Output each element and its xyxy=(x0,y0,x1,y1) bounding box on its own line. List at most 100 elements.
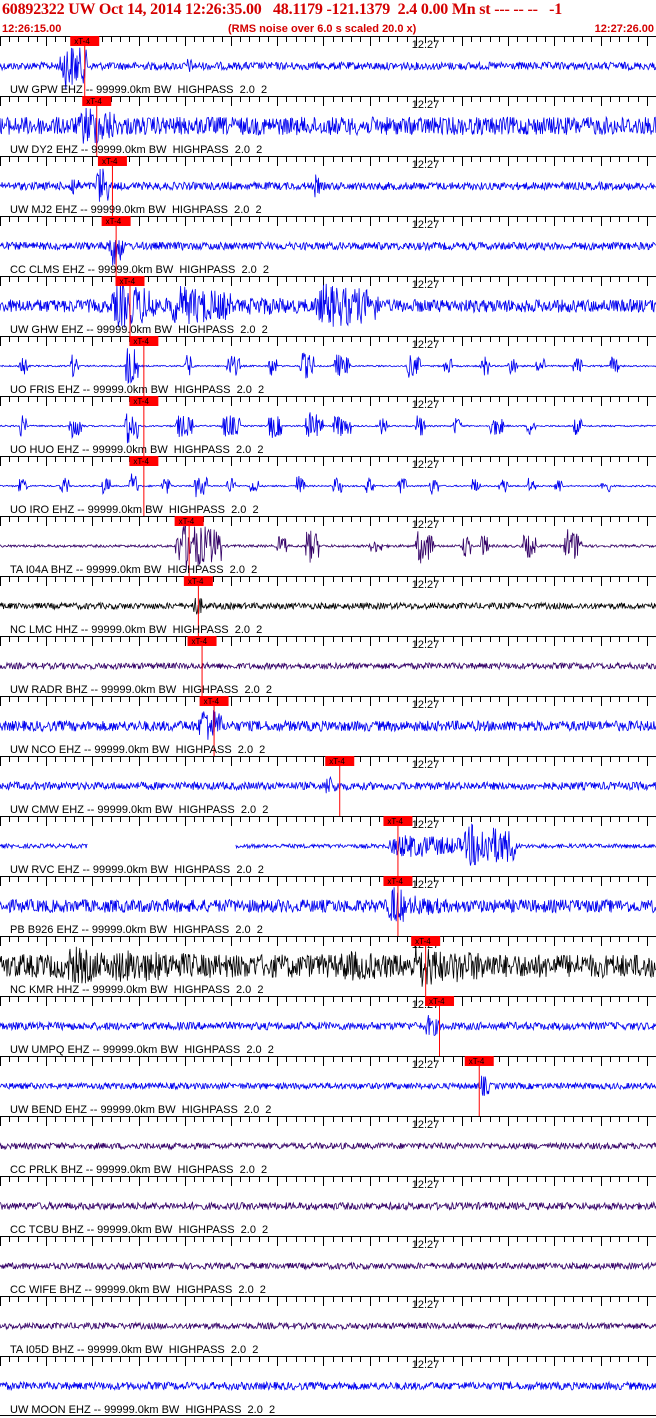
waveform-trace xyxy=(0,524,656,570)
station-label: UO IRO EHZ -- 99999.0km BW HIGHPASS 2.0 … xyxy=(10,504,259,516)
end-time: 12:27:26.00 xyxy=(594,23,654,35)
trace-row: 12:27 xT-4 CC CLMS EHZ -- 99999.0km BW HIG… xyxy=(0,216,656,276)
scaling-note: (RMS noise over 6.0 s scaled 20.0 x) xyxy=(228,23,417,35)
trace-row: 12:27 xT-4 UW MJ2 EHZ -- 99999.0km BW HIGH… xyxy=(0,156,656,216)
waveform-trace xyxy=(0,823,656,866)
row-tick-marks xyxy=(0,1056,656,1066)
waveform-trace xyxy=(0,107,656,146)
waveform-trace xyxy=(0,661,656,671)
minute-label: 12:27 xyxy=(412,1119,440,1131)
station-label: UW NCO EHZ -- 99999.0km BW HIGHPASS 2.0 … xyxy=(10,744,265,756)
trace-row: 12:27 xT-4 UW RVC EHZ -- 99999.0km BW HIGH… xyxy=(0,816,656,876)
minute-label: 12:27 xyxy=(412,399,440,411)
row-tick-marks xyxy=(0,816,656,826)
station-label: NC KMR HHZ -- 99999.0km BW HIGHPASS 2.0 … xyxy=(10,984,263,996)
minute-label: 12:27 xyxy=(412,99,440,111)
waveform-trace xyxy=(0,282,656,328)
waveform-trace xyxy=(0,1380,656,1392)
pick-label: xT-4 xyxy=(387,817,403,826)
minute-label: 12:27 xyxy=(412,339,440,351)
pick-label: xT-4 xyxy=(429,997,445,1006)
pick-label: xT-4 xyxy=(387,877,403,886)
pick-label: xT-4 xyxy=(188,577,204,586)
station-label: TA I05D BHZ -- 99999.0km BW HIGHPASS 2.0… xyxy=(10,1344,258,1356)
trace-row: 12:27 xT-4 UW BEND EHZ -- 99999.0km BW HIG… xyxy=(0,1056,656,1116)
station-label: UW GHW EHZ -- 99999.0km BW HIGHPASS 2.0 … xyxy=(10,324,268,336)
trace-row: 12:27 xT-4 UW RADR BHZ -- 99999.0km BW HIG… xyxy=(0,636,656,696)
row-tick-marks xyxy=(0,276,656,286)
trace-row: 12:27 xT-4 UW CMW EHZ -- 99999.0km BW HIGH… xyxy=(0,756,656,816)
seismogram-panel: 12:27 xT-4 UW GPW EHZ -- 99999.0km BW HIGH… xyxy=(0,36,656,1416)
trace-row: 12:27 xT-4 UO FRIS EHZ -- 99999.0km BW HIG… xyxy=(0,336,656,396)
waveform-trace xyxy=(0,473,656,498)
pick-label: xT-4 xyxy=(106,217,122,226)
trace-row: 12:27 CC TCBU BHZ -- 99999.0km BW HIGHPAS… xyxy=(0,1176,656,1236)
minute-label: 12:27 xyxy=(412,699,440,711)
station-label: UW MJ2 EHZ -- 99999.0km BW HIGHPASS 2.0 … xyxy=(10,204,262,216)
pick-label: xT-4 xyxy=(133,337,149,346)
waveform-trace xyxy=(0,1200,656,1212)
pick-label: xT-4 xyxy=(329,757,345,766)
minute-label: 12:27 xyxy=(412,279,440,291)
station-label: UO FRIS EHZ -- 99999.0km BW HIGHPASS 2.0… xyxy=(10,384,264,396)
row-tick-marks xyxy=(0,576,656,586)
waveform-trace xyxy=(0,597,656,615)
pick-label: xT-4 xyxy=(74,37,90,46)
minute-label: 12:27 xyxy=(412,39,440,51)
minute-label: 12:27 xyxy=(412,759,440,771)
waveform-trace xyxy=(0,1261,656,1271)
minute-label: 12:27 xyxy=(412,1359,440,1371)
row-tick-marks xyxy=(0,1116,656,1126)
station-label: NC LMC HHZ -- 99999.0km BW HIGHPASS 2.0 … xyxy=(10,624,262,636)
trace-row: 12:27 xT-4 UW GPW EHZ -- 99999.0km BW HIGH… xyxy=(0,36,656,96)
trace-row: 12:27 xT-4 PB B926 EHZ -- 99999.0km BW HIG… xyxy=(0,876,656,936)
pick-label: xT-4 xyxy=(415,937,431,946)
minute-label: 12:27 xyxy=(412,219,440,231)
minute-label: 12:27 xyxy=(412,639,440,651)
station-label: CC PRLK BHZ -- 99999.0km BW HIGHPASS 2.0… xyxy=(10,1164,267,1176)
waveform-trace xyxy=(0,775,656,794)
row-tick-marks xyxy=(0,936,656,946)
trace-row: 12:27 xT-4 UO IRO EHZ -- 99999.0km BW HIGH… xyxy=(0,456,656,516)
row-tick-marks xyxy=(0,1356,656,1366)
waveform-trace xyxy=(0,944,656,987)
row-tick-marks xyxy=(0,996,656,1006)
trace-row: 12:27 xT-4 UW GHW EHZ -- 99999.0km BW HIGH… xyxy=(0,276,656,336)
record-header: 60892322 UW Oct 14, 2014 12:26:35.00 48.… xyxy=(0,0,656,36)
station-label: UW RVC EHZ -- 99999.0km BW HIGHPASS 2.0 … xyxy=(10,864,264,876)
waveform-trace xyxy=(0,887,656,922)
row-tick-marks xyxy=(0,516,656,526)
waveform-trace xyxy=(0,168,656,202)
station-label: UW DY2 EHZ -- 99999.0km BW HIGHPASS 2.0 … xyxy=(10,144,262,156)
minute-label: 12:27 xyxy=(412,879,440,891)
row-tick-marks xyxy=(0,456,656,466)
trace-row: 12:27 CC PRLK BHZ -- 99999.0km BW HIGHPAS… xyxy=(0,1116,656,1176)
pick-label: xT-4 xyxy=(119,277,135,286)
pick-label: xT-4 xyxy=(192,637,208,646)
station-label: UW CMW EHZ -- 99999.0km BW HIGHPASS 2.0 … xyxy=(10,804,268,816)
trace-row: 12:27 xT-4 TA I04A BHZ -- 99999.0km BW HIG… xyxy=(0,516,656,576)
trace-row: 12:27xT-4NC KMR HHZ -- 99999.0km BW HIGH… xyxy=(0,936,656,996)
waveform-trace xyxy=(0,1075,656,1096)
row-tick-marks xyxy=(0,1236,656,1246)
station-label: UW MOON EHZ -- 99999.0km BW HIGHPASS 2.0… xyxy=(10,1404,275,1416)
row-tick-marks xyxy=(0,636,656,646)
row-tick-marks xyxy=(0,696,656,706)
waveform-trace xyxy=(0,412,656,444)
minute-label: 12:27 xyxy=(412,1239,440,1251)
minute-label: 12:27 xyxy=(412,459,440,471)
trace-row: 12:27 xT-4 UO HUO EHZ -- 99999.0km BW HIGH… xyxy=(0,396,656,456)
row-tick-marks xyxy=(0,216,656,226)
station-label: UW GPW EHZ -- 99999.0km BW HIGHPASS 2.0 … xyxy=(10,84,267,96)
waveform-trace xyxy=(0,348,656,384)
station-label: PB B926 EHZ -- 99999.0km BW HIGHPASS 2.0… xyxy=(10,924,263,936)
minute-label: 12:27 xyxy=(412,1059,440,1071)
trace-row: 12:27xT-4UW UMPQ EHZ -- 99999.0km BW HIG… xyxy=(0,996,656,1056)
station-label: CC WIFE BHZ -- 99999.0km BW HIGHPASS 2.0… xyxy=(10,1284,266,1296)
row-tick-marks xyxy=(0,336,656,346)
pick-label: xT-4 xyxy=(133,397,149,406)
minute-label: 12:27 xyxy=(412,819,440,831)
station-label: UW BEND EHZ -- 99999.0km BW HIGHPASS 2.0… xyxy=(10,1104,271,1116)
pick-label: xT-4 xyxy=(102,157,118,166)
trace-row: 12:27 xT-4 UW DY2 EHZ -- 99999.0km BW HIGH… xyxy=(0,96,656,156)
